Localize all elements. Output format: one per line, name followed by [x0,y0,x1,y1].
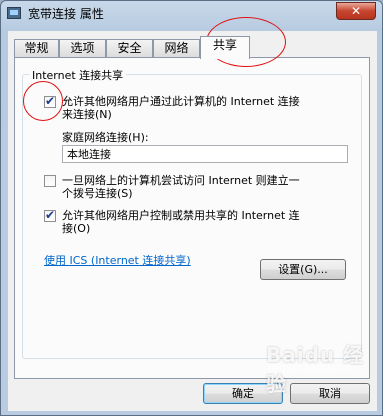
allow-connect-label-line2: 来连接(N) [62,108,112,121]
checkmark-icon: ✔ [45,208,56,222]
dial-on-demand-checkbox[interactable] [44,175,56,187]
allow-control-checkbox[interactable]: ✔ [44,208,56,222]
tab-options[interactable]: 选项 [59,39,106,57]
tab-general[interactable]: 常规 [14,39,59,57]
home-network-field[interactable]: 本地连接 [62,145,348,163]
ok-button[interactable]: 确定 [203,383,283,404]
network-connection-icon [7,7,21,19]
group-title: Internet 连接共享 [29,67,127,83]
allow-connect-checkbox[interactable]: ✔ [44,94,56,108]
cancel-button[interactable]: 取消 [290,383,370,404]
internet-sharing-group: Internet 连接共享 ✔ 允许其他网络用户通过此计算机的 Internet… [22,67,362,359]
window-title: 宽带连接 属性 [28,7,104,21]
dial-on-demand-label-line2: 个拨号连接(S) [62,187,133,200]
ics-help-link[interactable]: 使用 ICS (Internet 连接共享) [44,252,191,268]
sharing-tab-panel: Internet 连接共享 ✔ 允许其他网络用户通过此计算机的 Internet… [14,57,370,379]
tab-networking[interactable]: 网络 [153,39,200,57]
dial-on-demand-label-line1: 一旦网络上的计算机尝试访问 Internet 则建立一 [62,174,300,187]
properties-dialog: 宽带连接 属性 ✕ 常规 选项 安全 网络 共享 Internet 连接共享 ✔… [0,0,383,416]
close-button[interactable]: ✕ [336,2,376,20]
title-bar[interactable]: 宽带连接 属性 ✕ [1,1,382,27]
allow-connect-label-line1: 允许其他网络用户通过此计算机的 Internet 连接 [62,95,300,108]
allow-control-label-line2: 接(O) [62,222,91,235]
checkmark-icon: ✔ [45,94,56,108]
settings-button[interactable]: 设置(G)... [260,259,346,280]
tab-sharing[interactable]: 共享 [200,36,250,59]
home-network-label: 家庭网络连接(H): [62,131,149,144]
allow-control-label-line1: 允许其他网络用户控制或禁用共享的 Internet 连 [62,209,300,222]
dialog-body: 常规 选项 安全 网络 共享 Internet 连接共享 ✔ 允许其他网络用户通… [8,31,377,411]
tab-security[interactable]: 安全 [106,39,153,57]
